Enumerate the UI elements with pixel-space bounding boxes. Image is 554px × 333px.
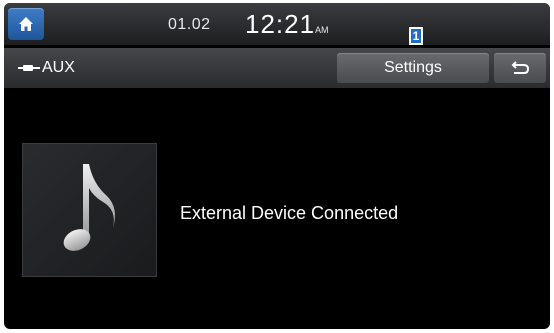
back-arrow-icon	[511, 61, 530, 74]
connection-status: External Device Connected	[180, 203, 399, 223]
album-art	[22, 143, 157, 277]
home-button[interactable]	[8, 8, 44, 40]
settings-button[interactable]: Settings	[337, 53, 489, 83]
screen-frame: 01.02 12:21 AM 1 AUX Settings External D…	[4, 3, 550, 329]
callout-marker: 1	[409, 27, 423, 45]
status-bar: 01.02 12:21 AM 1	[4, 3, 550, 45]
music-note-icon	[63, 164, 115, 251]
status-am-pm: AM	[315, 25, 329, 35]
back-button[interactable]	[494, 53, 546, 83]
source-label: AUX	[42, 59, 75, 76]
aux-cable-icon	[18, 65, 40, 71]
status-time: 12:21	[245, 9, 316, 39]
home-icon	[19, 17, 33, 31]
status-date: 01.02	[168, 16, 211, 33]
source-bar: AUX Settings	[4, 48, 550, 88]
